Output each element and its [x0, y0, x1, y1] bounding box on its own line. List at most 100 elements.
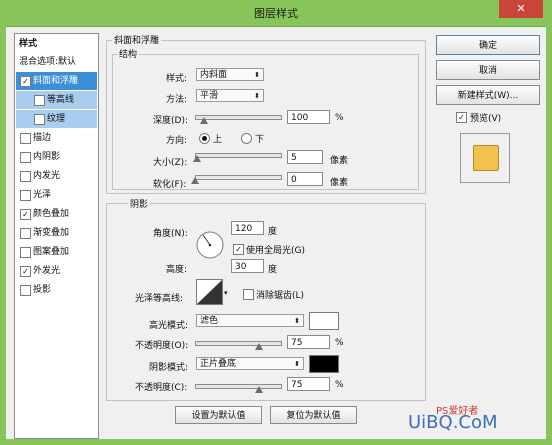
size-unit: 像素: [330, 156, 349, 166]
shadow-opacity-slider[interactable]: [195, 384, 282, 389]
direction-down-radio[interactable]: [241, 133, 252, 144]
watermark-brand: PS爱好者: [436, 406, 479, 417]
soften-input[interactable]: 0: [287, 172, 323, 186]
altitude-input[interactable]: 30: [231, 259, 264, 273]
gloss-contour-label: 光泽等高线:: [135, 294, 184, 304]
style-item-outer-glow[interactable]: ✓ 外发光: [16, 262, 97, 280]
bevel-style-value: 内斜面: [200, 70, 228, 80]
angle-dial-icon[interactable]: [195, 230, 225, 260]
style-item-contour[interactable]: 等高线: [16, 91, 97, 109]
bevel-emboss-title: 斜面和浮雕: [112, 33, 162, 46]
cancel-button[interactable]: 取消: [436, 60, 540, 80]
shadow-color-swatch[interactable]: [309, 355, 339, 373]
style-item-inner-glow[interactable]: 内发光: [16, 167, 97, 185]
technique-select[interactable]: 平滑 ⬍: [196, 89, 264, 102]
window-frame-right: [546, 26, 552, 445]
bevel-style-select[interactable]: 内斜面 ⬍: [196, 68, 264, 81]
color-overlay-checkbox[interactable]: ✓: [20, 209, 31, 220]
soften-slider-thumb[interactable]: [191, 177, 199, 184]
direction-down-label: 下: [255, 135, 265, 145]
highlight-opacity-input[interactable]: 75: [287, 335, 330, 349]
angle-unit: 度: [268, 227, 278, 237]
depth-slider[interactable]: [195, 115, 282, 120]
style-item-gradient-overlay[interactable]: 渐变叠加: [16, 224, 97, 242]
technique-label: 方法:: [166, 95, 188, 105]
style-item-label: 内发光: [33, 171, 61, 181]
style-item-drop-shadow[interactable]: 投影: [16, 281, 97, 299]
style-list-header[interactable]: 样式: [19, 35, 100, 53]
style-item-inner-shadow[interactable]: 内阴影: [16, 148, 97, 166]
highlight-mode-label: 高光模式:: [149, 321, 189, 331]
style-item-satin[interactable]: 光泽: [16, 186, 97, 204]
gloss-contour-icon[interactable]: ▾: [196, 279, 228, 305]
window-frame-left: [0, 26, 6, 445]
satin-checkbox[interactable]: [20, 190, 31, 201]
anti-alias-label: 消除锯齿(L): [256, 291, 305, 301]
angle-input[interactable]: 120: [231, 221, 264, 235]
style-item-label: 斜面和浮雕: [33, 76, 79, 86]
highlight-color-swatch[interactable]: [309, 312, 339, 330]
shading-title: 阴影: [128, 197, 151, 210]
outer-glow-checkbox[interactable]: ✓: [20, 266, 31, 277]
depth-label: 深度(D):: [153, 116, 188, 126]
highlight-opacity-slider[interactable]: [195, 341, 282, 346]
gradient-overlay-checkbox[interactable]: [20, 228, 31, 239]
soften-label: 软化(F):: [153, 180, 187, 190]
window-frame-bottom: [0, 439, 552, 445]
make-default-button[interactable]: 设置为默认值: [175, 406, 262, 424]
shadow-opacity-input[interactable]: 75: [287, 377, 330, 391]
highlight-opacity-unit: %: [335, 338, 344, 348]
style-item-label: 投影: [33, 285, 52, 295]
angle-label: 角度(N):: [153, 229, 188, 239]
anti-alias-checkbox[interactable]: [243, 289, 254, 300]
chevron-updown-icon: ⬍: [254, 92, 260, 100]
shadow-opacity-slider-thumb[interactable]: [254, 386, 263, 393]
reset-to-default-button[interactable]: 复位为默认值: [270, 406, 357, 424]
soften-slider[interactable]: [195, 175, 282, 180]
close-button[interactable]: ✕: [499, 0, 543, 18]
shadow-mode-label: 阴影模式:: [149, 363, 189, 373]
drop-shadow-checkbox[interactable]: [20, 285, 31, 296]
highlight-mode-value: 滤色: [200, 316, 219, 326]
blend-options-item[interactable]: 混合选项:默认: [16, 53, 97, 71]
direction-up-radio[interactable]: [199, 133, 210, 144]
style-item-texture[interactable]: 纹理: [16, 110, 97, 128]
new-style-button[interactable]: 新建样式(W)...: [436, 85, 540, 105]
shadow-opacity-unit: %: [335, 380, 344, 390]
depth-input[interactable]: 100: [287, 110, 330, 124]
bevel-emboss-checkbox[interactable]: ✓: [20, 76, 31, 87]
style-item-stroke[interactable]: 描边: [16, 129, 97, 147]
preview-checkbox[interactable]: ✓: [456, 112, 467, 123]
highlight-opacity-slider-thumb[interactable]: [254, 343, 263, 350]
style-item-bevel-emboss[interactable]: ✓ 斜面和浮雕: [16, 72, 97, 90]
style-item-color-overlay[interactable]: ✓ 颜色叠加: [16, 205, 97, 223]
ok-button[interactable]: 确定: [436, 35, 540, 55]
style-item-pattern-overlay[interactable]: 图案叠加: [16, 243, 97, 261]
contour-checkbox[interactable]: [34, 95, 45, 106]
depth-slider-thumb[interactable]: [199, 117, 208, 124]
size-label: 大小(Z):: [153, 158, 188, 168]
style-item-label: 颜色叠加: [33, 209, 70, 219]
style-item-label: 纹理: [47, 114, 66, 124]
stroke-checkbox[interactable]: [20, 133, 31, 144]
size-slider-thumb[interactable]: [192, 155, 201, 162]
shadow-mode-select[interactable]: 正片叠底 ⬍: [196, 357, 304, 370]
size-input[interactable]: 5: [287, 150, 323, 164]
pattern-overlay-checkbox[interactable]: [20, 247, 31, 258]
structure-title: 结构: [117, 47, 140, 60]
texture-checkbox[interactable]: [34, 114, 45, 125]
chevron-updown-icon: ⬍: [294, 317, 300, 325]
highlight-opacity-label: 不透明度(O):: [135, 341, 189, 351]
style-item-label: 内阴影: [33, 152, 61, 162]
style-list: 样式 混合选项:默认 ✓ 斜面和浮雕 等高线 纹理 描边 内阴影 内发光 光泽: [14, 33, 99, 439]
highlight-mode-select[interactable]: 滤色 ⬍: [196, 314, 304, 327]
style-item-label: 渐变叠加: [33, 228, 70, 238]
size-slider[interactable]: [195, 153, 282, 158]
altitude-unit: 度: [268, 265, 278, 275]
technique-value: 平滑: [200, 91, 219, 101]
inner-shadow-checkbox[interactable]: [20, 152, 31, 163]
chevron-updown-icon: ⬍: [294, 360, 300, 368]
global-light-checkbox[interactable]: ✓: [233, 244, 244, 255]
inner-glow-checkbox[interactable]: [20, 171, 31, 182]
soften-unit: 像素: [330, 178, 349, 188]
